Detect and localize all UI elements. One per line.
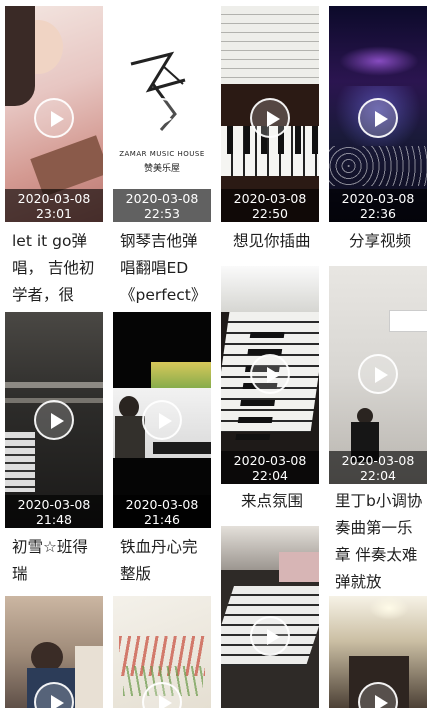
video-card[interactable]: 2020-03-08 22:04 里丁b小调协奏曲第一乐章 伴奏太难弹就放 [329, 266, 427, 591]
timestamp-label: 2020-03-08 22:50 [221, 189, 319, 222]
video-thumbnail: ZAMAR MUSIC HOUSE 赞美乐屋 2020-03-08 22:53 [113, 6, 211, 222]
video-title[interactable]: 里丁b小调协奏曲第一乐章 伴奏太难弹就放 [335, 488, 427, 596]
video-thumbnail: 2020-03-08 21:46 [113, 312, 211, 528]
video-card[interactable]: 2020-03-08 22:36 分享视频 [329, 6, 427, 256]
timestamp-label: 2020-03-08 23:01 [5, 189, 103, 222]
timestamp-label: 2020-03-08 22:36 [329, 189, 427, 222]
timestamp-label: 2020-03-08 22:53 [113, 189, 211, 222]
video-title[interactable]: let it go弹唱， 吉他初学者，很 [12, 228, 100, 309]
timestamp-label: 2020-03-08 22:04 [329, 451, 427, 484]
timestamp-label: 2020-03-08 21:46 [113, 495, 211, 528]
play-icon[interactable] [34, 400, 74, 440]
video-thumbnail [221, 526, 319, 708]
video-card[interactable] [329, 596, 427, 708]
video-thumbnail: 2020-03-08 23:01 [5, 6, 103, 222]
video-card[interactable]: 2020-03-08 21:46 铁血丹心完整版 [113, 312, 211, 584]
video-card[interactable]: 2020-03-08 21:48 初雪☆班得瑞 [5, 312, 103, 584]
play-icon[interactable] [142, 98, 182, 138]
video-thumbnail: 2020-03-08 21:48 [5, 312, 103, 528]
video-thumbnail: 2020-03-08 22:04 [329, 266, 427, 484]
video-card[interactable] [113, 596, 211, 708]
video-thumbnail: 2020-03-08 22:36 [329, 6, 427, 222]
logo-caption-cn: 赞美乐屋 [143, 164, 180, 174]
timestamp-label: 2020-03-08 22:04 [221, 451, 319, 484]
timestamp-label: 2020-03-08 21:48 [5, 495, 103, 528]
video-title[interactable]: 想见你插曲 [233, 228, 319, 255]
video-thumbnail [329, 596, 427, 708]
video-thumbnail [113, 596, 211, 708]
play-icon[interactable] [250, 354, 290, 394]
video-card[interactable] [5, 596, 103, 708]
video-card[interactable]: ZAMAR MUSIC HOUSE 赞美乐屋 2020-03-08 22:53 钢… [113, 6, 211, 304]
video-title[interactable]: 铁血丹心完整版 [120, 534, 208, 588]
video-card[interactable]: 2020-03-08 22:04 来点氛围 [221, 266, 319, 516]
play-icon[interactable] [34, 98, 74, 138]
play-icon[interactable] [250, 98, 290, 138]
logo-caption: ZAMAR MUSIC HOUSE [119, 150, 205, 158]
video-card[interactable]: 2020-03-08 22:50 想见你插曲 [221, 6, 319, 256]
video-thumbnail: 2020-03-08 22:50 [221, 6, 319, 222]
play-icon[interactable] [250, 616, 290, 656]
video-thumbnail [5, 596, 103, 708]
video-card[interactable] [221, 526, 319, 708]
play-icon[interactable] [358, 98, 398, 138]
video-title[interactable]: 初雪☆班得瑞 [12, 534, 100, 588]
video-thumbnail: 2020-03-08 22:04 [221, 266, 319, 484]
video-title[interactable]: 分享视频 [349, 228, 427, 255]
video-title[interactable]: 来点氛围 [241, 488, 319, 515]
play-icon[interactable] [358, 354, 398, 394]
play-icon[interactable] [142, 400, 182, 440]
video-card[interactable]: 2020-03-08 23:01 let it go弹唱， 吉他初学者，很 [5, 6, 103, 304]
video-title[interactable]: 钢琴吉他弹唱翻唱ED《perfect》 [120, 228, 210, 309]
